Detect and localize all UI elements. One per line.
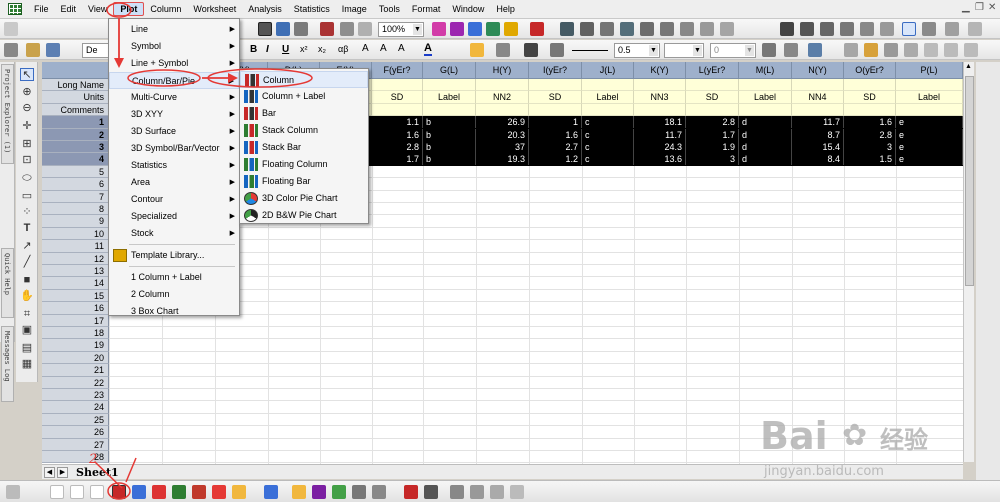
annotation-arrowhead xyxy=(228,73,238,83)
watermark-suffix: 经验 xyxy=(880,426,928,454)
watermark-paw-icon: ✿ xyxy=(842,419,868,452)
watermark-url: jingyan.baidu.com xyxy=(764,464,884,479)
annotation-arrow-bottom xyxy=(94,461,123,489)
column-bar-pie-highlight xyxy=(127,69,201,87)
annotation-arrowhead xyxy=(114,58,124,68)
plot-menu-highlight xyxy=(106,2,132,18)
step-number: 2 xyxy=(89,452,98,467)
watermark: Bai ✿ 经验 jingyan.baidu.com xyxy=(760,414,990,484)
watermark-brand: Bai xyxy=(760,414,828,458)
annotation-arrow-bottom-2 xyxy=(125,457,137,483)
